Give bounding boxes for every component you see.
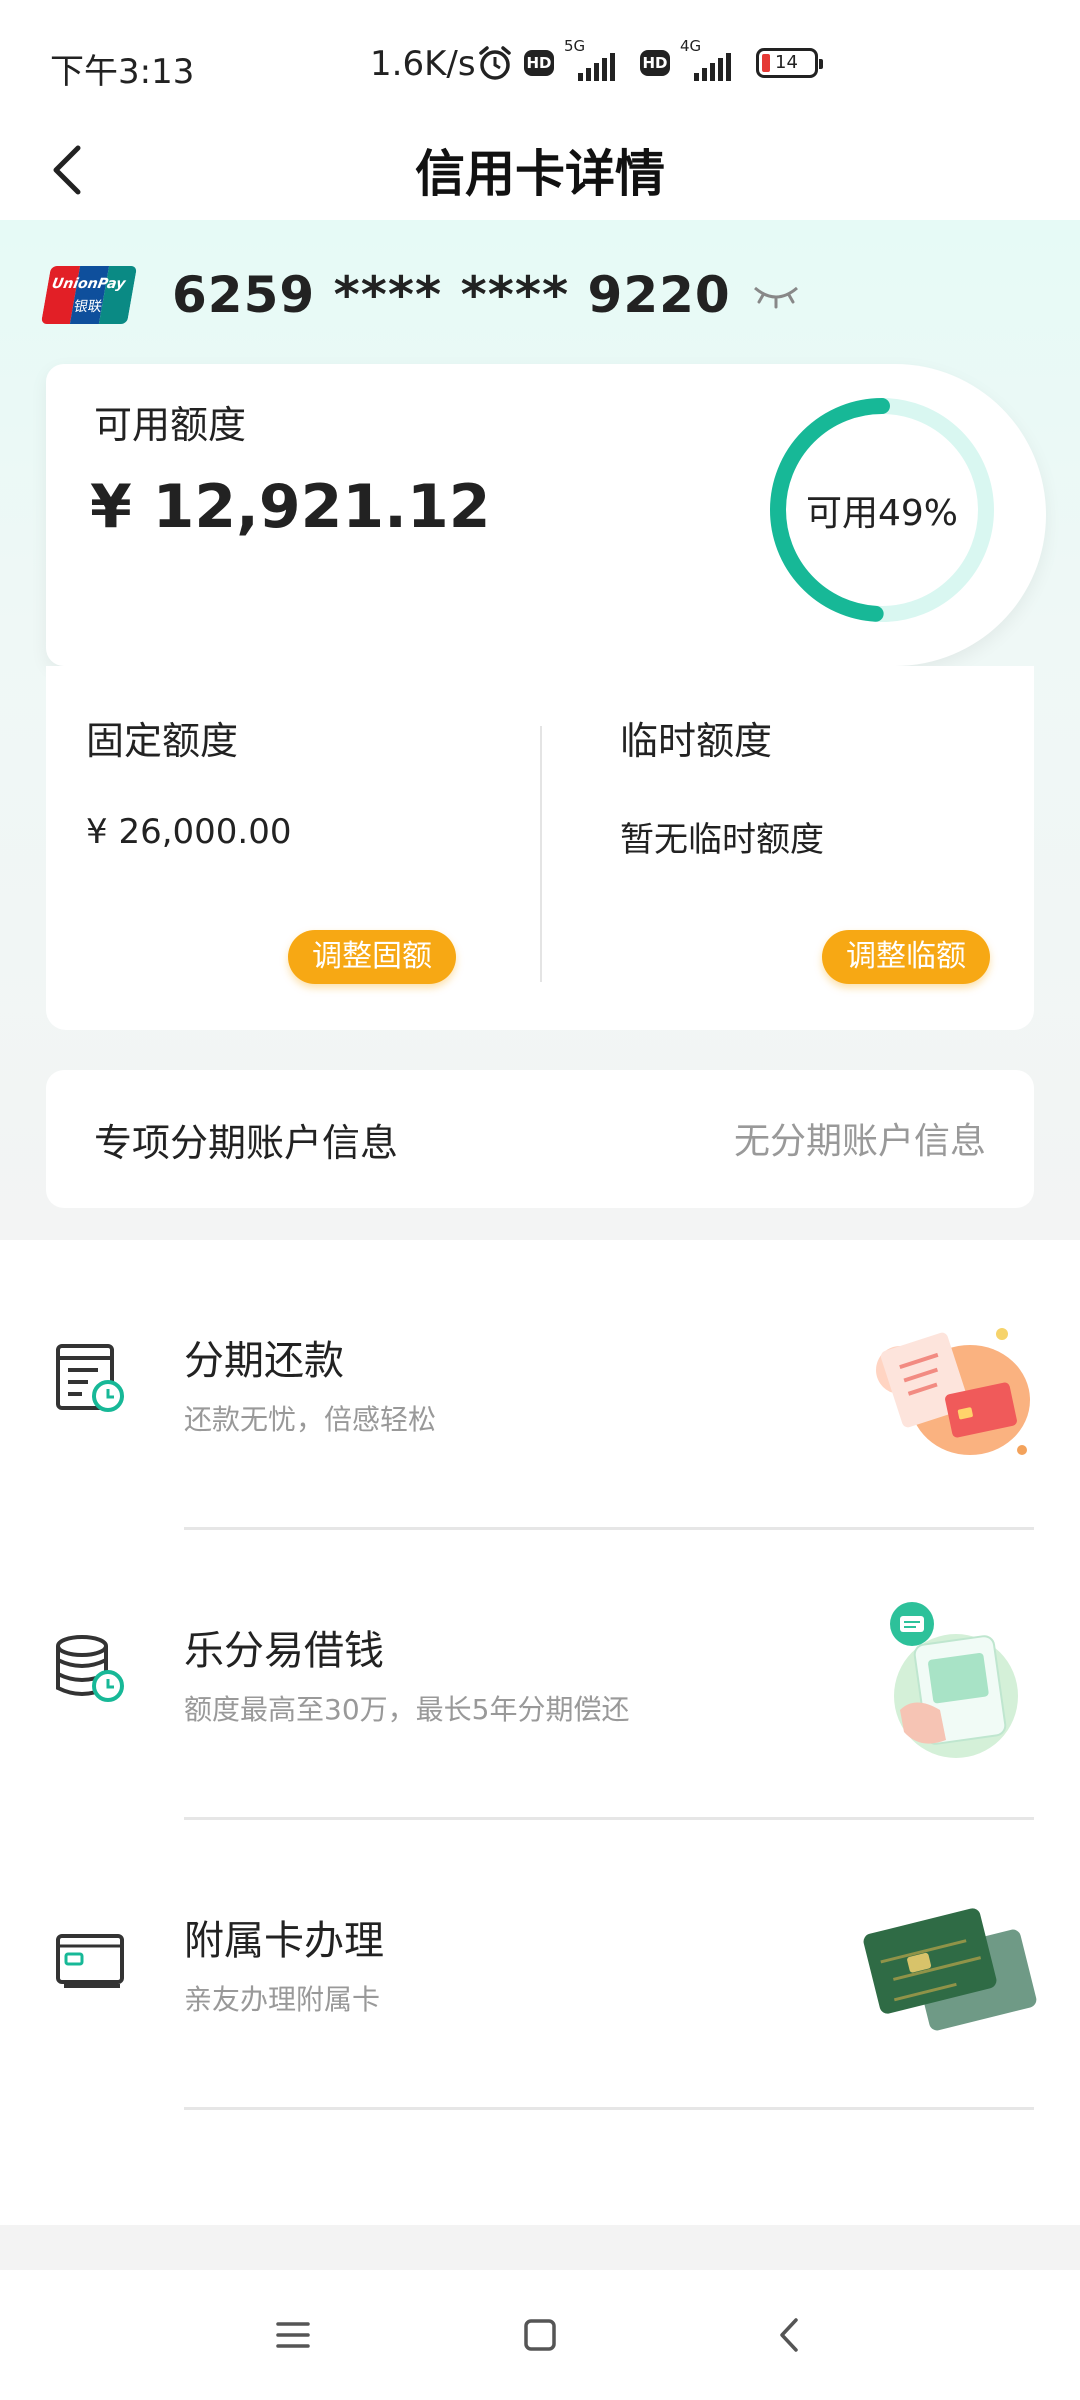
service-title: 分期还款	[184, 1338, 344, 1384]
available-credit-amount: ¥ 12,921.12	[90, 472, 491, 542]
installment-account-row[interactable]: 专项分期账户信息 无分期账户信息	[46, 1070, 1034, 1208]
temp-quota-value: 暂无临时额度	[620, 820, 824, 860]
service-supplementary-card[interactable]: 附属卡办理 亲友办理附属卡	[0, 1820, 1080, 2110]
card-icon	[56, 1934, 124, 1988]
page-title: 信用卡详情	[415, 145, 665, 203]
temp-quota-label: 临时额度	[620, 719, 773, 763]
logo-text: UnionPay	[50, 276, 127, 292]
installment-account-value: 无分期账户信息	[733, 1121, 986, 1162]
credit-usage-text: 可用49%	[805, 493, 959, 534]
supplementary-card-illustration	[863, 1908, 1037, 2031]
bill-clock-icon	[56, 1344, 124, 1412]
service-desc: 额度最高至30万，最长5年分期偿还	[184, 1693, 630, 1726]
service-title: 乐分易借钱	[184, 1628, 384, 1674]
signal-4g-icon: 4G	[680, 37, 746, 83]
services-list: 分期还款 还款无忧，倍感轻松 乐分易借钱 额度最高至30万，最长5年分期偿还 附…	[0, 1240, 1080, 2225]
loan-illustration	[890, 1602, 1018, 1758]
fixed-quota-label: 固定额度	[86, 719, 239, 763]
quota-card: 固定额度 ¥ 26,000.00 调整固额 临时额度 暂无临时额度 调整临额	[46, 666, 1034, 1030]
coins-clock-icon	[56, 1635, 124, 1702]
installment-account-label: 专项分期账户信息	[94, 1121, 399, 1165]
adjust-fixed-quota-button[interactable]: 调整固额	[288, 930, 456, 984]
alarm-icon	[479, 46, 511, 80]
signal-5g-icon: 5G	[564, 37, 630, 83]
card-summary-panel: UnionPay 银联 6259 **** **** 9220 可用额度 ¥ 1…	[0, 220, 1080, 1240]
card-number: 6259 **** **** 9220	[172, 266, 731, 324]
back-triangle-icon[interactable]	[755, 2300, 825, 2370]
quota-divider	[540, 726, 542, 982]
status-time: 下午3:13	[50, 52, 195, 92]
service-lefenyi-loan[interactable]: 乐分易借钱 额度最高至30万，最长5年分期偿还	[0, 1530, 1080, 1820]
status-bar: 下午3:13 1.6K/s HD 5G HD 4G 14	[0, 0, 1080, 120]
adjust-temp-quota-button[interactable]: 调整临额	[822, 930, 990, 984]
home-square-icon[interactable]	[505, 2300, 575, 2370]
menu-icon[interactable]	[258, 2300, 328, 2370]
divider	[184, 2107, 1034, 2110]
service-installment-repayment[interactable]: 分期还款 还款无忧，倍感轻松	[0, 1240, 1080, 1530]
system-nav-bar	[0, 2270, 1080, 2400]
hd-icon: HD	[524, 50, 554, 76]
installment-illustration	[876, 1328, 1030, 1455]
status-icons: HD 5G HD 4G 14	[476, 37, 823, 88]
fixed-quota-value: ¥ 26,000.00	[86, 812, 292, 852]
service-desc: 亲友办理附属卡	[184, 1983, 381, 2016]
service-desc: 还款无忧，倍感轻松	[184, 1403, 437, 1436]
unionpay-logo: UnionPay 银联	[40, 266, 138, 324]
available-credit-card: 可用额度 ¥ 12,921.12 可用49%	[46, 364, 1046, 666]
network-speed: 1.6K/s	[370, 44, 476, 84]
service-title: 附属卡办理	[184, 1918, 384, 1964]
available-credit-label: 可用额度	[94, 403, 247, 447]
battery-level: 14	[775, 52, 798, 73]
battery-icon: 14	[756, 48, 823, 78]
eye-closed-icon[interactable]	[751, 280, 801, 310]
hd-icon: HD	[640, 50, 670, 76]
page-header: 信用卡详情	[0, 120, 1080, 220]
logo-text-cn: 银联	[72, 299, 104, 315]
bottom-spacer	[0, 2225, 1080, 2270]
card-number-row: UnionPay 银联 6259 **** **** 9220	[40, 260, 801, 330]
